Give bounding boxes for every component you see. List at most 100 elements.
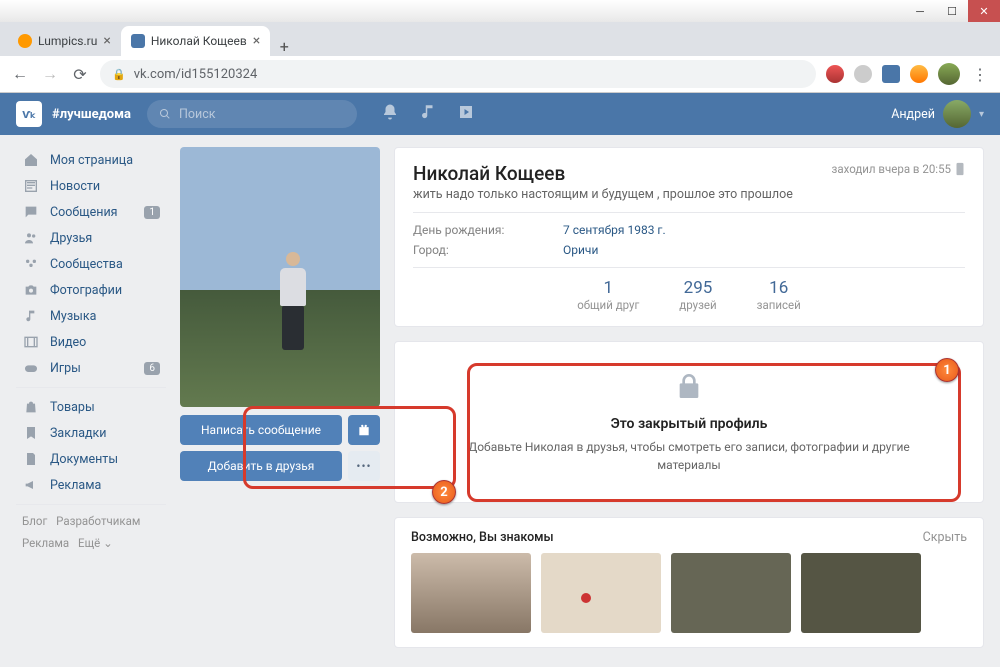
bookmark-icon [22, 425, 40, 441]
footer-blog[interactable]: Блог [22, 514, 47, 528]
browser-menu-button[interactable]: ⋮ [970, 65, 990, 84]
sidebar-item-label: Музыка [50, 309, 96, 324]
info-value[interactable]: 7 сентября 1983 г. [563, 223, 666, 237]
add-friend-button[interactable]: Добавить в друзья [180, 451, 342, 481]
sidebar-item-documents[interactable]: Документы [16, 446, 166, 472]
minimize-button[interactable]: ─ [904, 0, 936, 22]
sidebar-item-label: Моя страница [50, 153, 133, 168]
sidebar-item-bookmarks[interactable]: Закладки [16, 420, 166, 446]
info-row-city: Город: Оричи [413, 243, 965, 257]
groups-icon [22, 256, 40, 272]
header-icons [381, 103, 475, 125]
sidebar-item-label: Закладки [50, 426, 107, 441]
sidebar-item-games[interactable]: Игры6 [16, 355, 166, 381]
extension-icon[interactable] [910, 65, 928, 83]
address-bar[interactable]: 🔒 vk.com/id155120324 [100, 60, 816, 88]
suggestion-card[interactable] [671, 553, 791, 633]
locked-profile-card: Это закрытый профиль Добавьте Николая в … [394, 341, 984, 503]
sidebar-item-market[interactable]: Товары [16, 394, 166, 420]
sidebar-item-video[interactable]: Видео [16, 329, 166, 355]
sidebar-item-friends[interactable]: Друзья [16, 225, 166, 251]
tab-vk-profile[interactable]: Николай Кощеев × [121, 26, 270, 56]
sidebar-item-photos[interactable]: Фотографии [16, 277, 166, 303]
profile-info-card: Николай Кощеев жить надо только настоящи… [394, 147, 984, 327]
tab-lumpics[interactable]: Lumpics.ru × [8, 26, 121, 56]
footer-dev[interactable]: Разработчикам [56, 514, 140, 528]
suggestions-hide[interactable]: Скрыть [923, 530, 967, 545]
close-tab-icon[interactable]: × [253, 33, 260, 49]
sidebar-item-label: Игры [50, 361, 81, 376]
extension-icon[interactable] [882, 65, 900, 83]
address-bar-row: ← → ⟳ 🔒 vk.com/id155120324 ⋮ [0, 56, 1000, 92]
maximize-button[interactable]: ☐ [936, 0, 968, 22]
sidebar-item-ads[interactable]: Реклама [16, 472, 166, 498]
sidebar-item-messages[interactable]: Сообщения1 [16, 199, 166, 225]
stat-mutual-friends[interactable]: 1общий друг [577, 278, 639, 312]
favicon-icon [131, 34, 145, 48]
new-tab-button[interactable]: + [270, 37, 298, 56]
favicon-icon [18, 34, 32, 48]
stat-label: общий друг [577, 298, 639, 312]
footer-more[interactable]: Ещё ⌄ [78, 536, 113, 550]
music-icon[interactable] [419, 103, 437, 125]
content: Написать сообщение Добавить в друзья •••… [180, 147, 984, 648]
tab-title: Николай Кощеев [151, 34, 247, 48]
write-message-button[interactable]: Написать сообщение [180, 415, 342, 445]
video-icon [22, 334, 40, 350]
gift-button[interactable] [348, 415, 380, 445]
extension-icon[interactable] [854, 65, 872, 83]
footer-links: Блог Разработчикам Реклама Ещё ⌄ [16, 511, 166, 555]
stat-number: 16 [757, 278, 801, 298]
profile-status: жить надо только настоящим и будущем , п… [413, 187, 793, 202]
sidebar-item-label: Новости [50, 179, 100, 194]
suggestion-card[interactable] [801, 553, 921, 633]
browser-tabs: Lumpics.ru × Николай Кощеев × + [0, 22, 1000, 56]
profile-photo[interactable] [180, 147, 380, 407]
sidebar-item-my-page[interactable]: Моя страница [16, 147, 166, 173]
stat-friends[interactable]: 295друзей [679, 278, 716, 312]
last-seen-text: заходил вчера в 20:55 [832, 162, 951, 176]
mobile-icon [955, 162, 965, 176]
header-hashtag[interactable]: #лучшедома [52, 107, 131, 122]
info-label: Город: [413, 243, 563, 257]
profile-action-buttons: Написать сообщение Добавить в друзья ••• [180, 415, 380, 481]
last-seen: заходил вчера в 20:55 [832, 162, 965, 176]
sidebar-item-label: Фотографии [50, 283, 122, 298]
info-value[interactable]: Оричи [563, 243, 598, 257]
suggestions-card: Возможно, Вы знакомы Скрыть [394, 517, 984, 648]
page: Моя страница Новости Сообщения1 Друзья С… [0, 135, 1000, 660]
sidebar-item-label: Сообщения [50, 205, 118, 220]
search-input[interactable]: Поиск [147, 100, 357, 128]
friends-icon [22, 230, 40, 246]
locked-title: Это закрытый профиль [445, 416, 933, 432]
vk-logo[interactable]: ⱱₖ [16, 101, 42, 127]
info-label: День рождения: [413, 223, 563, 237]
lock-icon [445, 370, 933, 406]
stat-posts[interactable]: 16записей [757, 278, 801, 312]
reload-button[interactable]: ⟳ [70, 65, 90, 84]
search-icon [159, 108, 171, 120]
suggestion-card[interactable] [411, 553, 531, 633]
suggestion-card[interactable] [541, 553, 661, 633]
ellipsis-icon: ••• [356, 459, 371, 473]
bag-icon [22, 399, 40, 415]
info-row-birthday: День рождения: 7 сентября 1983 г. [413, 223, 965, 237]
stat-label: друзей [679, 298, 716, 312]
close-tab-icon[interactable]: × [103, 33, 110, 49]
notifications-icon[interactable] [381, 103, 399, 125]
video-play-icon[interactable] [457, 103, 475, 125]
browser-profile-avatar[interactable] [938, 63, 960, 85]
close-window-button[interactable]: ✕ [968, 0, 1000, 22]
header-user[interactable]: Андрей ▾ [891, 100, 984, 128]
sidebar-item-communities[interactable]: Сообщества [16, 251, 166, 277]
profile-name: Николай Кощеев [413, 162, 793, 185]
back-button[interactable]: ← [10, 64, 30, 84]
forward-button[interactable]: → [40, 64, 60, 84]
footer-ads[interactable]: Реклама [22, 536, 69, 550]
avatar [943, 100, 971, 128]
locked-subtitle: Добавьте Николая в друзья, чтобы смотрет… [445, 438, 933, 474]
sidebar-item-music[interactable]: Музыка [16, 303, 166, 329]
more-actions-button[interactable]: ••• [348, 451, 380, 481]
extension-icon[interactable] [826, 65, 844, 83]
sidebar-item-news[interactable]: Новости [16, 173, 166, 199]
